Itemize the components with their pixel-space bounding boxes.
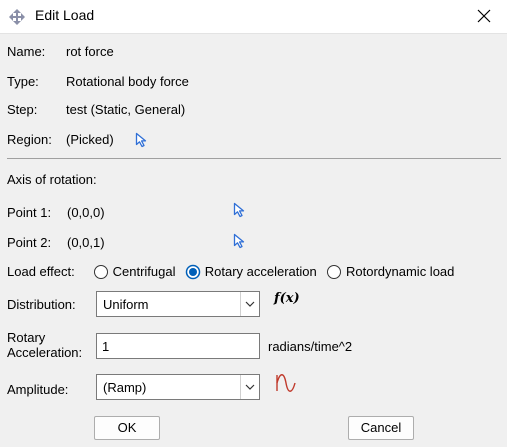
radio-rotary-acceleration-label[interactable]: Rotary acceleration	[205, 264, 317, 279]
load-effect-radio-group: Centrifugal Rotary acceleration Rotordyn…	[93, 263, 460, 280]
name-label: Name:	[7, 44, 46, 59]
distribution-label: Distribution:	[7, 297, 76, 312]
load-effect-label: Load effect:	[7, 264, 75, 279]
axis-heading: Axis of rotation:	[7, 172, 97, 187]
close-button[interactable]	[461, 0, 507, 33]
rotary-acceleration-label: Rotary Acceleration:	[7, 330, 82, 360]
function-fx-button[interactable]: f(x)	[274, 291, 300, 306]
point1-value: (0,0,0)	[67, 205, 105, 220]
amplitude-label: Amplitude:	[7, 382, 69, 397]
chevron-down-icon	[245, 384, 255, 390]
separator	[7, 158, 501, 159]
amplitude-manager-icon[interactable]	[274, 373, 298, 393]
point1-pick-cursor-icon[interactable]	[233, 202, 247, 218]
region-value: (Picked)	[66, 132, 114, 147]
ok-button[interactable]: OK	[94, 416, 160, 440]
step-label: Step:	[7, 102, 38, 117]
radio-rotordynamic-load[interactable]	[326, 264, 342, 280]
title-bar: Edit Load	[0, 0, 507, 34]
close-icon	[477, 9, 491, 23]
window-title: Edit Load	[35, 7, 95, 23]
rotary-acceleration-input[interactable]: 1	[96, 333, 260, 359]
point1-label: Point 1:	[7, 205, 52, 220]
type-label: Type:	[7, 74, 39, 89]
rotary-acceleration-unit: radians/time^2	[268, 339, 353, 354]
point2-label: Point 2:	[7, 235, 52, 250]
radio-rotary-acceleration[interactable]	[185, 264, 201, 280]
distribution-dropdown-arrow[interactable]	[240, 292, 259, 316]
region-pick-cursor-icon[interactable]	[135, 132, 149, 148]
region-label: Region:	[7, 132, 52, 147]
rotary-label-line1: Rotary	[7, 330, 46, 345]
cancel-button[interactable]: Cancel	[348, 416, 414, 440]
type-value: Rotational body force	[66, 74, 189, 89]
distribution-select[interactable]: Uniform	[96, 291, 260, 317]
app-icon	[9, 9, 25, 25]
amplitude-dropdown-arrow[interactable]	[240, 375, 259, 399]
rotary-label-line2: Acceleration:	[7, 345, 83, 360]
point2-pick-cursor-icon[interactable]	[233, 233, 247, 249]
amplitude-select-value: (Ramp)	[103, 380, 147, 395]
name-value: rot force	[66, 44, 114, 59]
point2-value: (0,0,1)	[67, 235, 105, 250]
radio-rotordynamic-load-label[interactable]: Rotordynamic load	[346, 264, 454, 279]
radio-centrifugal-label[interactable]: Centrifugal	[113, 264, 176, 279]
rotary-acceleration-value: 1	[102, 339, 110, 354]
radio-centrifugal[interactable]	[93, 264, 109, 280]
amplitude-select[interactable]: (Ramp)	[96, 374, 260, 400]
chevron-down-icon	[245, 301, 255, 307]
step-value: test (Static, General)	[66, 102, 186, 117]
distribution-select-value: Uniform	[103, 297, 149, 312]
